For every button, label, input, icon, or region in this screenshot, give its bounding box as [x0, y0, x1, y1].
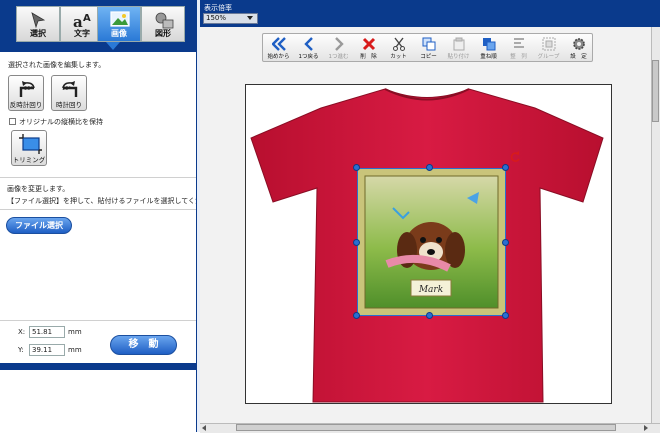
- start-over-button[interactable]: 始めから: [265, 34, 292, 61]
- start-over-label: 始めから: [267, 54, 290, 60]
- group-button[interactable]: グループ: [535, 34, 562, 61]
- svg-text:A: A: [83, 13, 91, 24]
- y-unit: mm: [68, 346, 82, 354]
- redo-button[interactable]: 1つ進む: [325, 34, 352, 61]
- layer-order-label: 重ね順: [480, 54, 497, 60]
- gear-icon: [573, 38, 585, 50]
- move-button[interactable]: 移 動: [110, 335, 177, 355]
- rotate-ccw-label: 反時計回り: [9, 101, 43, 109]
- copy-button[interactable]: コピー: [415, 34, 442, 61]
- rotate-cw-label: 時計回り: [56, 101, 82, 109]
- keep-ratio-checkbox[interactable]: [9, 118, 16, 125]
- rotate-ccw-badge: 90°: [24, 86, 33, 92]
- settings-button[interactable]: 設 定: [565, 34, 592, 61]
- copy-icon: [422, 37, 436, 51]
- rotate-handle-icon[interactable]: [509, 151, 521, 163]
- resize-handle-bottom[interactable]: [426, 312, 433, 319]
- resize-handle-top-right[interactable]: [502, 164, 509, 171]
- paste-icon: [453, 37, 465, 51]
- copy-label: コピー: [420, 54, 437, 60]
- undo-button[interactable]: 1つ戻る: [295, 34, 322, 61]
- chevron-down-icon: [247, 16, 253, 20]
- tab-select-label: 選択: [30, 29, 46, 38]
- delete-button[interactable]: 削 除: [355, 34, 382, 61]
- left-icon: [304, 37, 313, 51]
- photo-caption: Mark: [418, 285, 443, 295]
- resize-handle-bottom-left[interactable]: [353, 312, 360, 319]
- active-tab-pointer: [106, 42, 120, 50]
- rotate-cw-badge: 90°: [62, 86, 71, 92]
- image-edit-text: 選択された画像を編集します。: [8, 61, 106, 69]
- file-select-button[interactable]: ファイル選択: [6, 217, 72, 234]
- vertical-scroll-thumb[interactable]: [652, 60, 659, 122]
- zoom-title: 表示倍率: [204, 4, 232, 12]
- shapes-icon: [155, 12, 174, 29]
- delete-icon: [362, 37, 376, 51]
- left-panel-footer: [0, 363, 198, 370]
- trimming-button[interactable]: トリミング: [11, 130, 47, 166]
- y-position-input[interactable]: 39.11: [29, 344, 65, 356]
- delete-label: 削 除: [360, 54, 377, 60]
- divider: [0, 320, 198, 321]
- divider: [0, 177, 198, 178]
- trimming-label: トリミング: [12, 156, 46, 164]
- resize-handle-bottom-right[interactable]: [502, 312, 509, 319]
- edit-toolbar: 始めから 1つ戻る 1つ進む 削 除 カット コピー 貼り付け 重ね順 整 列 …: [262, 33, 593, 62]
- group-label: グループ: [537, 54, 560, 60]
- layer-order-button[interactable]: 重ね順: [475, 34, 502, 61]
- double-left-icon: [272, 37, 286, 51]
- align-button[interactable]: 整 列: [505, 34, 532, 61]
- group-icon: [542, 37, 556, 51]
- cut-button[interactable]: カット: [385, 34, 412, 61]
- tab-shapes-label: 図形: [155, 29, 171, 38]
- scroll-right-icon[interactable]: [644, 425, 648, 431]
- resize-handle-top[interactable]: [426, 164, 433, 171]
- right-icon: [335, 37, 344, 51]
- scissors-icon: [393, 37, 405, 51]
- cut-label: カット: [390, 54, 407, 60]
- cursor-icon: [31, 12, 46, 29]
- resize-handle-right[interactable]: [502, 239, 509, 246]
- align-icon: [514, 38, 524, 48]
- redo-label: 1つ進む: [328, 54, 349, 60]
- x-position-input[interactable]: 51.81: [29, 326, 65, 338]
- paste-button[interactable]: 貼り付け: [445, 34, 472, 61]
- crop-icon: [19, 134, 42, 154]
- file-select-instructions: 【ファイル選択】を押して、貼付けるファイルを選択してください。: [7, 197, 224, 205]
- scroll-left-icon[interactable]: [202, 425, 206, 431]
- settings-label: 設 定: [570, 54, 587, 60]
- divider: [0, 209, 198, 210]
- layers-icon: [483, 38, 496, 51]
- tab-select[interactable]: 選択: [16, 6, 60, 42]
- paste-label: 貼り付け: [447, 54, 470, 60]
- rotate-cw-button[interactable]: 90° 時計回り: [51, 75, 87, 111]
- placed-photo[interactable]: Mark: [357, 168, 506, 316]
- keep-ratio-label: オリジナルの縦横比を保持: [19, 118, 103, 126]
- align-label: 整 列: [510, 54, 527, 60]
- image-icon: [110, 11, 130, 27]
- change-image-text: 画像を変更します。: [7, 185, 70, 193]
- undo-label: 1つ戻る: [298, 54, 319, 60]
- tab-image-label: 画像: [111, 29, 127, 38]
- tab-image[interactable]: 画像: [97, 6, 141, 42]
- text-icon: aA: [73, 13, 91, 29]
- right-header: [200, 0, 660, 27]
- x-unit: mm: [68, 328, 82, 336]
- resize-handle-top-left[interactable]: [353, 164, 360, 171]
- horizontal-scroll-thumb[interactable]: [236, 424, 616, 431]
- svg-text:a: a: [73, 13, 83, 29]
- y-label: Y:: [18, 346, 24, 354]
- rotate-ccw-button[interactable]: 90° 反時計回り: [8, 75, 44, 111]
- resize-handle-left[interactable]: [353, 239, 360, 246]
- tab-shapes[interactable]: 図形: [141, 6, 185, 42]
- x-label: X:: [18, 328, 26, 336]
